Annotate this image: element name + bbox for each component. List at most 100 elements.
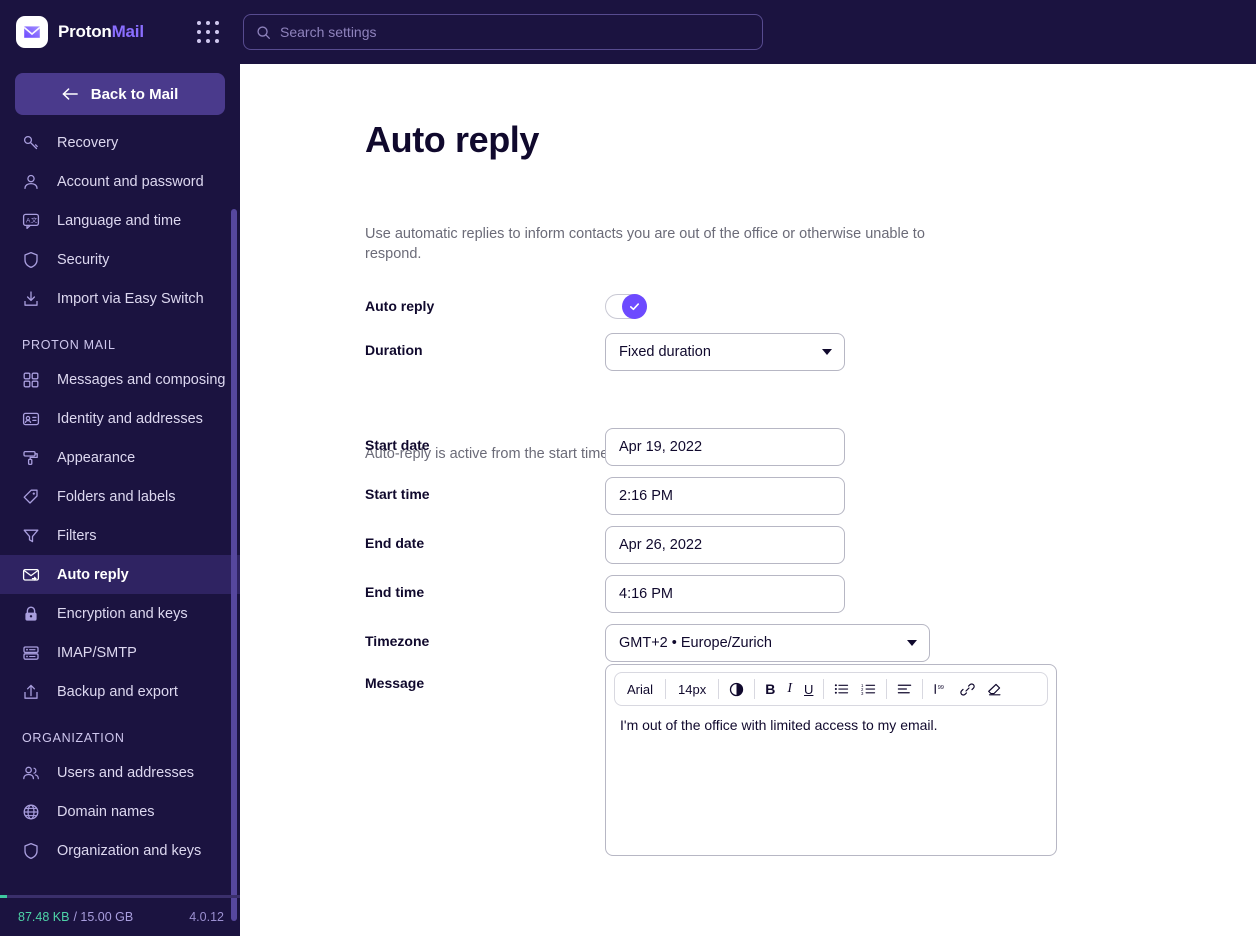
sidebar-item-label: Recovery — [57, 134, 119, 151]
sidebar-item-recovery[interactable]: Recovery — [0, 123, 240, 162]
main-content: Auto reply Use automatic replies to info… — [240, 64, 1256, 936]
globe-icon — [23, 804, 39, 819]
sidebar-item-encryption-and-keys[interactable]: Encryption and keys — [0, 594, 240, 633]
filter-icon — [23, 529, 39, 542]
message-editor: Arial 14px B I U 1 2 3 99 I'm out of the… — [605, 664, 1057, 856]
proton-mail-logo[interactable]: ProtonMail — [0, 16, 185, 48]
sidebar-item-label: Organization and keys — [57, 842, 202, 859]
start-time-input[interactable]: 2:16 PM — [605, 477, 845, 515]
sidebar-item-users-and-addresses[interactable]: Users and addresses — [0, 753, 240, 792]
paint-roller-icon — [23, 450, 38, 465]
end-time-input[interactable]: 4:16 PM — [605, 575, 845, 613]
server-icon — [23, 645, 39, 660]
storage-total: / 15.00 GB — [73, 910, 134, 924]
end-time-value: 4:16 PM — [619, 586, 673, 602]
toolbar-divider — [922, 679, 924, 699]
duration-row: Duration Fixed duration — [365, 333, 845, 371]
toolbar-divider — [886, 679, 888, 699]
underline-button[interactable]: U — [798, 676, 819, 702]
align-button[interactable] — [891, 676, 918, 702]
font-size-selector[interactable]: 14px — [670, 676, 714, 702]
auto-reply-toggle[interactable] — [605, 294, 647, 319]
status-bar: 87.48 KB / 15.00 GB 4.0.12 — [0, 898, 240, 936]
shield-icon — [24, 251, 38, 268]
auto-reply-label: Auto reply — [365, 298, 435, 314]
sidebar-item-label: Backup and export — [57, 683, 178, 700]
sidebar-item-label: Users and addresses — [57, 764, 195, 781]
end-time-row: End time 4:16 PM — [365, 575, 845, 613]
sidebar-item-import-via-easy-switch[interactable]: Import via Easy Switch — [0, 279, 240, 318]
clear-formatting-button[interactable] — [981, 676, 1008, 702]
export-icon — [24, 684, 38, 699]
sidebar-item-backup-and-export[interactable]: Backup and export — [0, 672, 240, 711]
sidebar-item-organization-and-keys[interactable]: Organization and keys — [0, 831, 240, 870]
link-icon — [960, 682, 976, 696]
timezone-select[interactable]: GMT+2 • Europe/Zurich — [605, 624, 930, 662]
sidebar-item-label: Auto reply — [57, 566, 129, 583]
quote-button[interactable]: 99 — [927, 676, 954, 702]
sidebar-item-label: Account and password — [57, 173, 204, 190]
bold-button[interactable]: B — [759, 676, 781, 702]
numbered-list-button[interactable]: 1 2 3 — [855, 676, 882, 702]
search-input[interactable] — [280, 24, 750, 40]
app-grid-icon[interactable] — [191, 15, 225, 49]
sidebar-item-label: Folders and labels — [57, 488, 176, 505]
app-version: 4.0.12 — [189, 910, 224, 924]
grid-icon — [23, 372, 39, 387]
sidebar-item-folders-and-labels[interactable]: Folders and labels — [0, 477, 240, 516]
sidebar-item-identity-and-addresses[interactable]: Identity and addresses — [0, 399, 240, 438]
search-settings-field[interactable] — [243, 14, 763, 50]
sidebar-item-account-and-password[interactable]: Account and password — [0, 162, 240, 201]
import-icon — [24, 290, 38, 306]
sidebar-item-language-and-time[interactable]: A 文 Language and time — [0, 201, 240, 240]
bullet-list-icon — [835, 684, 849, 694]
quote-icon: 99 — [935, 684, 944, 694]
sidebar-item-messages-and-composing[interactable]: Messages and composing — [0, 360, 240, 399]
back-to-mail-label: Back to Mail — [90, 85, 179, 103]
auto-reply-row: Auto reply — [365, 289, 647, 319]
search-icon — [257, 25, 270, 39]
shield-icon — [24, 842, 38, 859]
tag-icon — [23, 489, 38, 504]
contrast-icon — [730, 682, 744, 696]
sidebar-item-appearance[interactable]: Appearance — [0, 438, 240, 477]
sidebar-item-imap-smtp[interactable]: IMAP/SMTP — [0, 633, 240, 672]
svg-text:3: 3 — [861, 691, 864, 696]
sidebar-item-filters[interactable]: Filters — [0, 516, 240, 555]
font-family-selector[interactable]: Arial — [619, 676, 661, 702]
link-button[interactable] — [954, 676, 981, 702]
sidebar-item-label: IMAP/SMTP — [57, 644, 137, 661]
editor-toolbar: Arial 14px B I U 1 2 3 99 — [614, 672, 1048, 706]
logo-word-mail: Mail — [111, 22, 144, 41]
italic-button[interactable]: I — [781, 676, 798, 702]
sidebar-item-label: Domain names — [57, 803, 155, 820]
logo-wordmark: ProtonMail — [58, 22, 144, 42]
key-icon — [23, 135, 38, 149]
svg-text:文: 文 — [31, 216, 37, 224]
sidebar-item-domain-names[interactable]: Domain names — [0, 792, 240, 831]
back-to-mail-button[interactable]: Back to Mail — [15, 73, 225, 115]
start-date-row: Start date Apr 19, 2022 — [365, 428, 845, 466]
toolbar-divider — [823, 679, 825, 699]
start-date-input[interactable]: Apr 19, 2022 — [605, 428, 845, 466]
proton-mail-logo-icon — [16, 16, 48, 48]
message-body-input[interactable]: I'm out of the office with limited acces… — [606, 706, 1056, 851]
start-time-value: 2:16 PM — [619, 488, 673, 504]
sidebar-item-auto-reply[interactable]: Auto reply — [0, 555, 240, 594]
sidebar-item-security[interactable]: Security — [0, 240, 240, 279]
sidebar-scroll-area: Back to Mail Recovery Account and passwo… — [0, 64, 240, 898]
sidebar-item-label: Import via Easy Switch — [57, 290, 204, 307]
intro-text: Use automatic replies to inform contacts… — [365, 226, 925, 262]
duration-select[interactable]: Fixed duration — [605, 333, 845, 371]
storage-used: 87.48 KB — [18, 910, 70, 924]
bullet-list-button[interactable] — [828, 676, 855, 702]
end-date-input[interactable]: Apr 26, 2022 — [605, 526, 845, 564]
sidebar-scrollbar-thumb[interactable] — [231, 209, 237, 921]
check-icon — [629, 303, 640, 311]
sidebar-section-proton-mail: PROTON MAIL — [22, 338, 116, 352]
users-icon — [23, 766, 39, 779]
toggle-knob — [622, 294, 647, 319]
end-date-row: End date Apr 26, 2022 — [365, 526, 845, 564]
text-color-button[interactable] — [723, 676, 750, 702]
lock-icon — [25, 606, 37, 621]
